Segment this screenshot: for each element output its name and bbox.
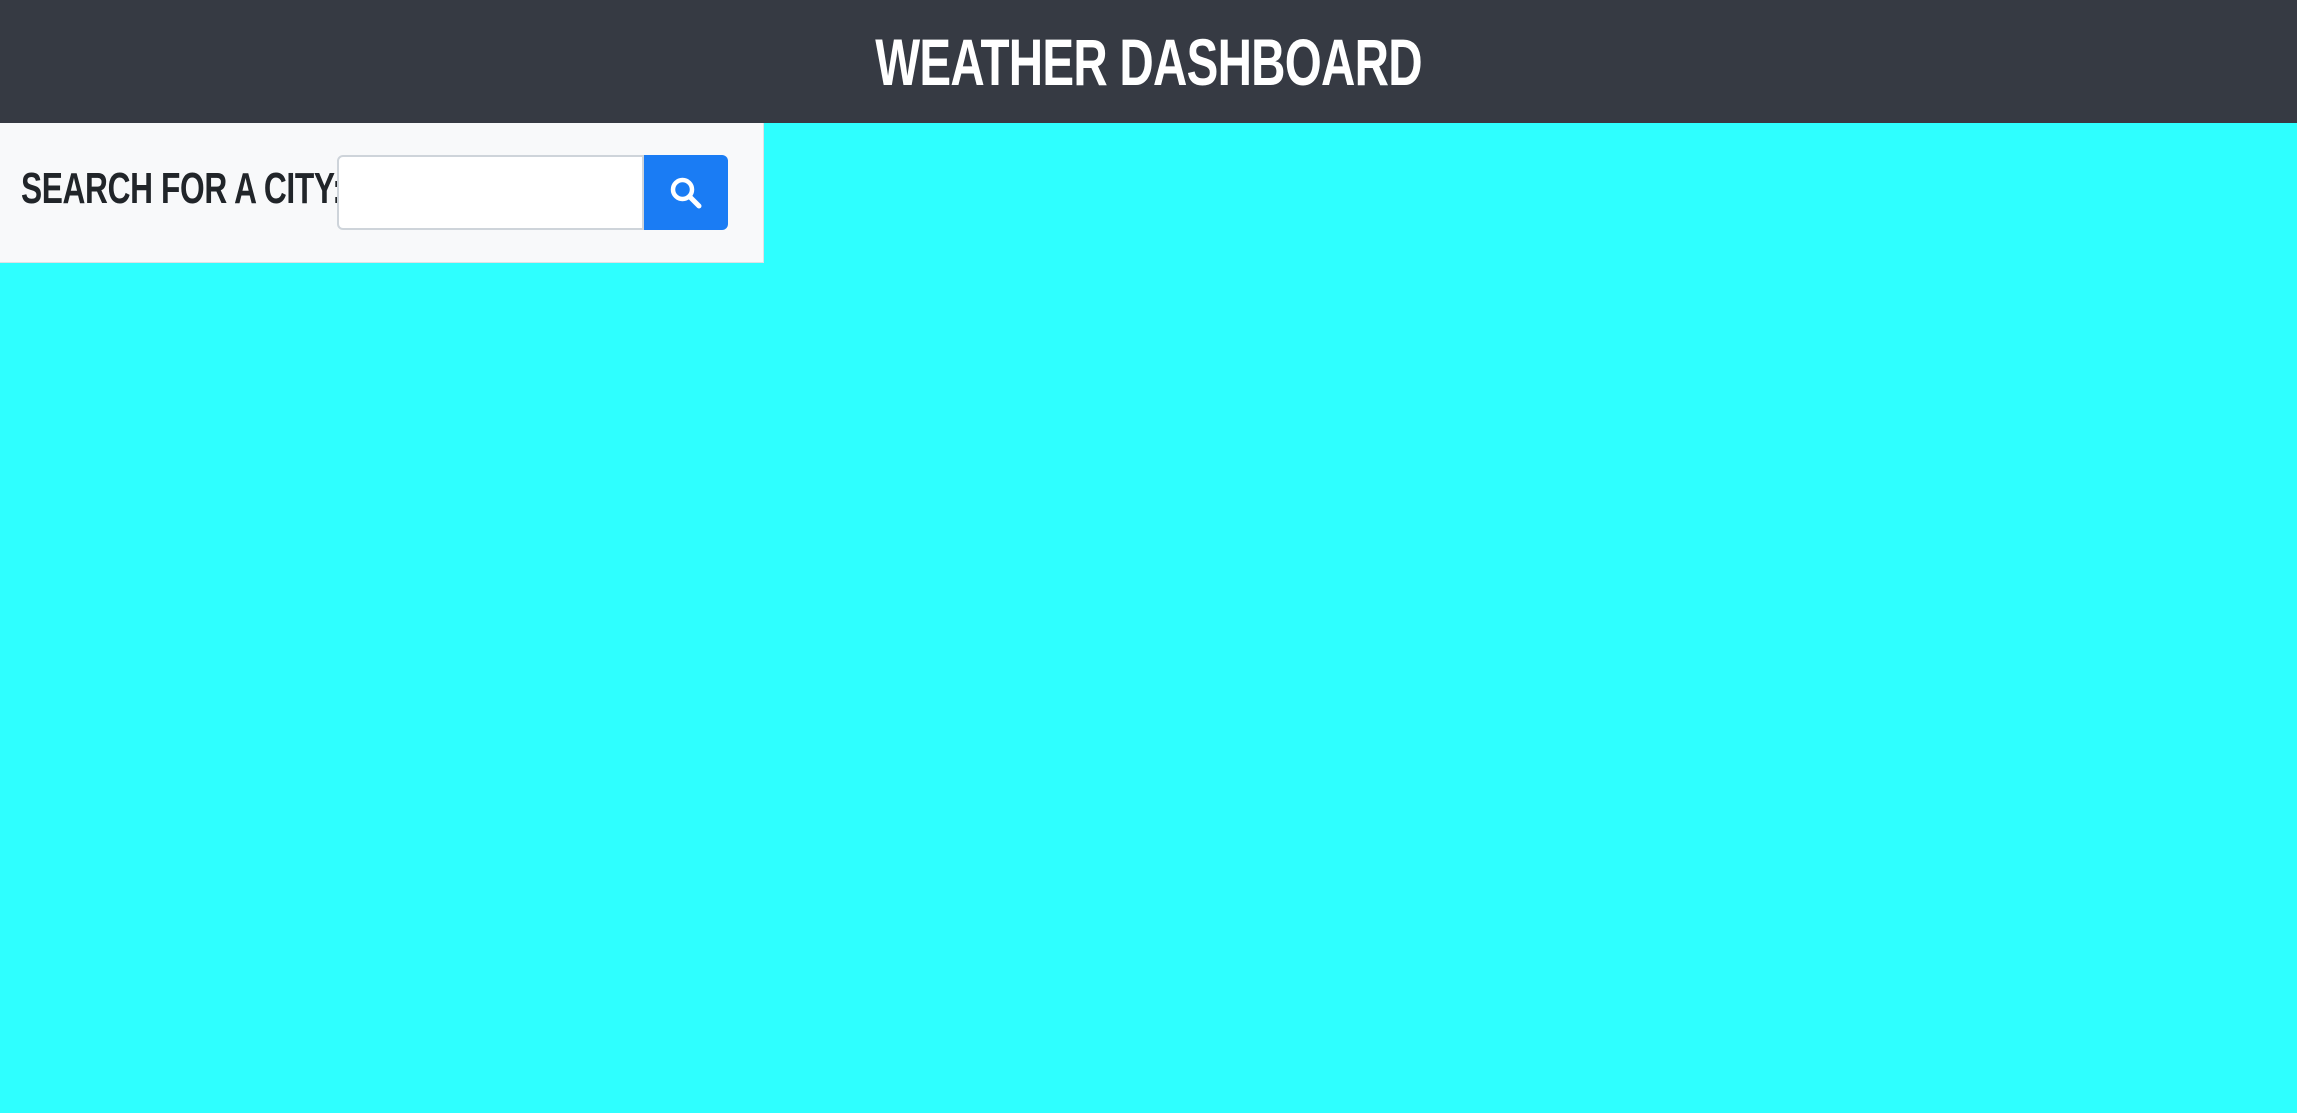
search-label: Search for a city: (21, 164, 343, 213)
search-panel: Search for a city: (0, 123, 764, 263)
search-icon (669, 176, 703, 210)
search-button[interactable] (644, 155, 728, 230)
app-window: Weather Dashboard Search for a city: (0, 0, 2297, 1113)
weather-results-area (0, 123, 2297, 1113)
city-search-input[interactable] (337, 155, 644, 230)
page-title: Weather Dashboard (875, 24, 1422, 99)
page-header: Weather Dashboard (0, 0, 2297, 123)
main-content: Search for a city: (0, 123, 2297, 1113)
